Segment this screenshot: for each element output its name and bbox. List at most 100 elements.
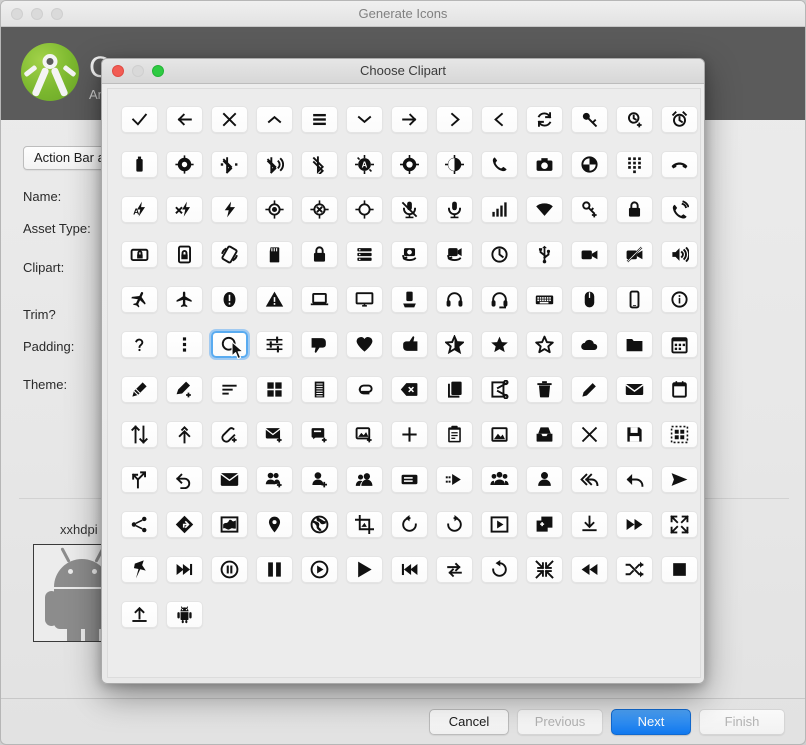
clipart-cell-select-all-icon[interactable] bbox=[657, 412, 701, 457]
clipart-cell-star-icon[interactable] bbox=[477, 322, 522, 367]
clipart-cell-videocam-icon[interactable] bbox=[567, 232, 612, 277]
clipart-cell-pause-icon[interactable] bbox=[252, 547, 297, 592]
clipart-cell-ring-volume-icon[interactable] bbox=[657, 187, 701, 232]
paste-icon[interactable] bbox=[436, 421, 473, 448]
pause-circle-icon[interactable] bbox=[211, 556, 248, 583]
skip-previous-icon[interactable] bbox=[391, 556, 428, 583]
clipart-cell-delete-icon[interactable] bbox=[522, 367, 567, 412]
map-icon[interactable] bbox=[211, 511, 248, 538]
more-vert-icon[interactable] bbox=[166, 331, 203, 358]
lock-closed-icon[interactable] bbox=[301, 241, 338, 268]
brightness-high-icon[interactable] bbox=[391, 151, 428, 178]
clipart-cell-share-icon[interactable] bbox=[117, 502, 162, 547]
ring-volume-icon[interactable] bbox=[661, 196, 698, 223]
clipart-cell-attach-add-icon[interactable] bbox=[207, 412, 252, 457]
clipart-cell-warning-icon[interactable] bbox=[252, 277, 297, 322]
gps-fixed-icon[interactable] bbox=[256, 196, 293, 223]
rotate-left-icon[interactable] bbox=[391, 511, 428, 538]
keyboard-icon[interactable] bbox=[526, 286, 563, 313]
clipart-cell-bluetooth-connected-icon[interactable] bbox=[207, 142, 252, 187]
clipart-cell-fullscreen-exit-icon[interactable] bbox=[657, 502, 701, 547]
clipart-cell-view-list-icon[interactable] bbox=[297, 367, 342, 412]
clipart-cell-android-icon[interactable] bbox=[162, 592, 207, 637]
star-icon[interactable] bbox=[481, 331, 518, 358]
clipart-cell-navigate-next-icon[interactable] bbox=[432, 97, 477, 142]
fast-rewind-icon[interactable] bbox=[571, 556, 608, 583]
clipart-cell-people-icon[interactable] bbox=[342, 457, 387, 502]
clipart-cell-close-icon[interactable] bbox=[207, 97, 252, 142]
clipart-cell-collections-add-icon[interactable] bbox=[522, 502, 567, 547]
brightness-auto-icon[interactable]: A bbox=[346, 151, 383, 178]
navigate-next-icon[interactable] bbox=[436, 106, 473, 133]
airplanemode-on-icon[interactable] bbox=[121, 286, 158, 313]
clipart-cell-skip-previous-icon[interactable] bbox=[387, 547, 432, 592]
clipart-cell-navigate-before-icon[interactable] bbox=[477, 97, 522, 142]
clipart-cell-screen-rotation-icon[interactable] bbox=[207, 232, 252, 277]
clipart-cell-alarm-add-icon[interactable] bbox=[612, 97, 657, 142]
clipart-cell-save-icon[interactable] bbox=[612, 412, 657, 457]
clipart-cell-map-icon[interactable] bbox=[207, 502, 252, 547]
folder-icon[interactable] bbox=[616, 331, 653, 358]
call-end-icon[interactable] bbox=[661, 151, 698, 178]
desktop-windows-icon[interactable] bbox=[346, 286, 383, 313]
replay-icon[interactable] bbox=[481, 556, 518, 583]
clipart-cell-directions-fork-icon[interactable] bbox=[117, 457, 162, 502]
clipart-cell-headset-mic-icon[interactable] bbox=[477, 277, 522, 322]
clipart-cell-usb-icon[interactable] bbox=[522, 232, 567, 277]
clipart-cell-skip-next-icon[interactable] bbox=[162, 547, 207, 592]
clipart-cell-picture-icon[interactable] bbox=[477, 412, 522, 457]
vpn-key-add-icon[interactable] bbox=[571, 196, 608, 223]
play-circle-icon[interactable] bbox=[301, 556, 338, 583]
clipart-cell-paste-icon[interactable] bbox=[432, 412, 477, 457]
select-all-icon[interactable] bbox=[661, 421, 698, 448]
clipart-cell-slideshow-icon[interactable] bbox=[477, 502, 522, 547]
clipart-cell-shuffle-icon[interactable] bbox=[612, 547, 657, 592]
clipart-cell-mouse-icon[interactable] bbox=[567, 277, 612, 322]
clipart-cell-add-icon[interactable] bbox=[387, 412, 432, 457]
clipart-cell-dialpad-icon[interactable] bbox=[612, 142, 657, 187]
clipart-cell-lock-closed-icon[interactable] bbox=[297, 232, 342, 277]
clipart-cell-public-globe-icon[interactable] bbox=[297, 502, 342, 547]
clipart-cell-lock-icon[interactable] bbox=[612, 187, 657, 232]
clipart-cell-directions-icon[interactable] bbox=[162, 502, 207, 547]
edit-add-icon[interactable] bbox=[166, 376, 203, 403]
clipart-cell-clear-icon[interactable] bbox=[567, 412, 612, 457]
clipart-cell-tune-icon[interactable] bbox=[252, 322, 297, 367]
clipart-cell-gps-fixed-icon[interactable] bbox=[252, 187, 297, 232]
clipart-cell-crop-icon[interactable] bbox=[342, 502, 387, 547]
laptop-icon[interactable] bbox=[301, 286, 338, 313]
clipart-cell-menu-icon[interactable] bbox=[297, 97, 342, 142]
swap-vert-icon[interactable] bbox=[121, 421, 158, 448]
clipart-cell-time-icon[interactable] bbox=[477, 232, 522, 277]
undo-icon[interactable] bbox=[166, 466, 203, 493]
slideshow-icon[interactable] bbox=[481, 511, 518, 538]
network-wifi-icon[interactable] bbox=[526, 196, 563, 223]
clipart-cell-airplanemode-on-icon[interactable] bbox=[117, 277, 162, 322]
clipart-cell-switch-video-icon[interactable] bbox=[432, 232, 477, 277]
clipart-cell-laptop-icon[interactable] bbox=[297, 277, 342, 322]
clipart-cell-rotate-left-icon[interactable] bbox=[387, 502, 432, 547]
storage-icon[interactable] bbox=[346, 241, 383, 268]
expand-less-icon[interactable] bbox=[256, 106, 293, 133]
menu-icon[interactable] bbox=[301, 106, 338, 133]
clipart-cell-star-outline-icon[interactable] bbox=[522, 322, 567, 367]
shuffle-icon[interactable] bbox=[616, 556, 653, 583]
switch-camera-icon[interactable] bbox=[391, 241, 428, 268]
view-list-icon[interactable] bbox=[301, 376, 338, 403]
clipart-cell-pause-circle-icon[interactable] bbox=[207, 547, 252, 592]
clipart-cell-favorite-icon[interactable] bbox=[342, 322, 387, 367]
bluetooth-searching-icon[interactable] bbox=[256, 151, 293, 178]
person-add-icon[interactable] bbox=[301, 466, 338, 493]
clipart-cell-content-copy-icon[interactable] bbox=[432, 367, 477, 412]
clipart-cell-mic-off-icon[interactable] bbox=[387, 187, 432, 232]
clipart-cell-download-icon[interactable] bbox=[567, 502, 612, 547]
usb-icon[interactable] bbox=[526, 241, 563, 268]
clipart-cell-brightness-high-icon[interactable] bbox=[387, 142, 432, 187]
sd-storage-icon[interactable] bbox=[256, 241, 293, 268]
attach-add-icon[interactable] bbox=[211, 421, 248, 448]
directions-fork-icon[interactable] bbox=[121, 466, 158, 493]
clipart-cell-sort-icon[interactable] bbox=[207, 367, 252, 412]
clipart-cell-thumb-up-icon[interactable] bbox=[387, 322, 432, 367]
flash-on-icon[interactable] bbox=[211, 196, 248, 223]
clipart-cell-pin-icon[interactable] bbox=[117, 547, 162, 592]
